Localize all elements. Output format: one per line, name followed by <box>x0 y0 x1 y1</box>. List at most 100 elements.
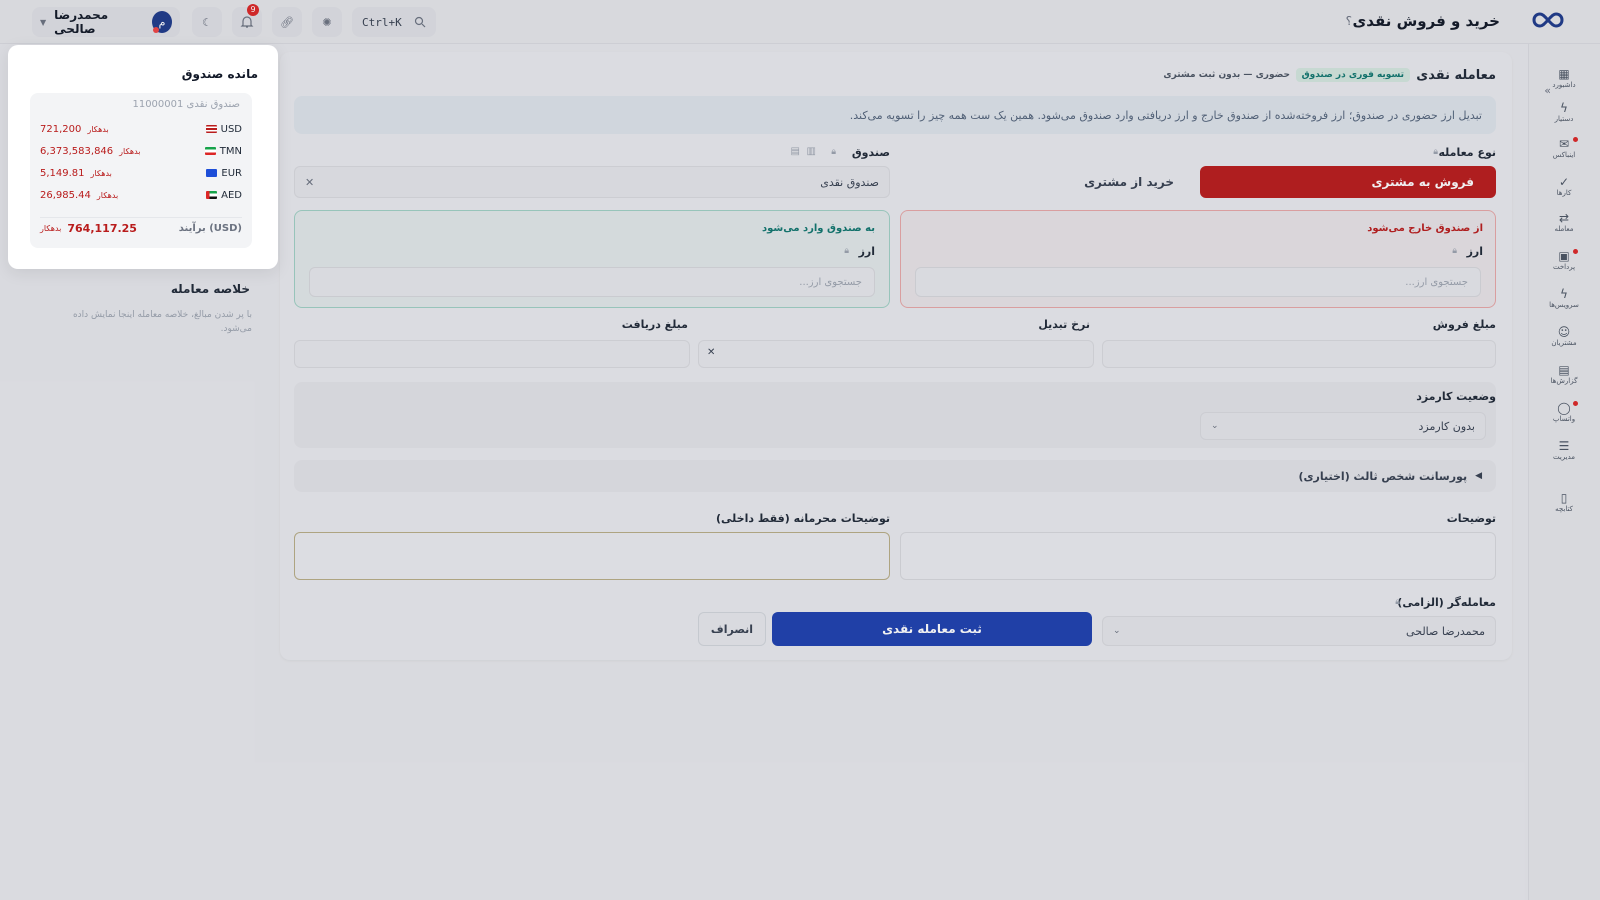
currency-code: EUR <box>221 167 242 179</box>
top-bar: خرید و فروش نقدی ؟ ▼ محمدرضا صالحی م ☾ 9… <box>0 0 1600 44</box>
fund-label: صندوق <box>851 146 890 159</box>
sell-to-customer-button[interactable]: فروش به مشتری <box>1200 166 1496 198</box>
sidebar-item-label: کارها <box>1556 189 1572 197</box>
currency-search-input[interactable]: جستجوی ارز... <box>915 267 1481 297</box>
cancel-button[interactable]: انصراف <box>698 612 766 646</box>
trade-type-label: نوع معامله <box>1438 146 1497 159</box>
section-title: معامله نقدی <box>1416 68 1496 83</box>
sidebar-item-label: گزارش‌ها <box>1550 377 1578 385</box>
lock-icon: 🔒︎ <box>831 147 836 157</box>
sidebar-icon: ☰ <box>1558 439 1570 453</box>
grid-icon[interactable]: ▤ <box>791 146 800 157</box>
sidebar: « <box>1528 44 1600 900</box>
sell-amount-label: مبلغ فروش <box>1432 318 1496 331</box>
out-title: از صندوق خارج می‌شود <box>1367 223 1483 234</box>
incoming-currency-box: به صندوق وارد می‌شود ارز 🔒︎ جستجوی ارز..… <box>294 210 890 308</box>
sidebar-icon: ▦ <box>1558 67 1570 81</box>
currency-code: AED <box>221 189 242 201</box>
banner-text: تبدیل ارز حضوری در صندوق؛ ارز فروخته‌شده… <box>849 108 1482 122</box>
lock-icon: 🔒︎ <box>1452 246 1457 256</box>
balance-row: 26,985.44 بدهکار AED <box>40 187 242 203</box>
debt-label: بدهکار <box>40 224 62 233</box>
debt-label: بدهکار <box>90 168 112 178</box>
chart-icon[interactable]: ▥ <box>807 146 816 157</box>
sidebar-item-label: مشتریان <box>1551 339 1577 347</box>
sidebar-item-label: پرداخت <box>1552 263 1576 271</box>
notes-textarea[interactable] <box>900 532 1496 580</box>
third-party-commission-toggle[interactable]: ◀ پورسانت شخص ثالث (اختیاری) <box>294 460 1496 492</box>
sidebar-item-2[interactable]: ✉ اینباکس <box>1542 137 1586 159</box>
sidebar-icon: ◯ <box>1542 401 1586 415</box>
sell-amount-input[interactable] <box>1102 340 1496 368</box>
submit-cash-trade-button[interactable]: ثبت معامله نقدی <box>772 612 1092 646</box>
popover-title: مانده صندوق <box>181 67 258 81</box>
chevron-down-icon: ▼ <box>40 17 47 27</box>
fee-status-select[interactable]: بدون کارمزد ⌄ <box>1200 412 1486 440</box>
bug-icon: ✺ <box>322 15 332 29</box>
buy-from-customer-button[interactable]: خرید از مشتری <box>900 166 1196 198</box>
sidebar-item-label: واتساپ <box>1552 415 1576 423</box>
user-menu[interactable]: ▼ محمدرضا صالحی م <box>32 7 180 37</box>
notes-label: توضیحات <box>1446 512 1496 525</box>
balance-amount: 5,149.81 <box>40 167 85 179</box>
rate-label: نرخ تبدیل <box>1038 318 1090 331</box>
clear-icon[interactable]: ✕ <box>305 176 314 189</box>
total-amount: 764,117.25 <box>67 222 137 235</box>
rate-input[interactable]: ✕ <box>698 340 1094 368</box>
clear-icon[interactable]: ✕ <box>707 347 715 358</box>
balance-total-row: بدهکار 764,117.25 برآیند (USD) <box>40 217 242 235</box>
sidebar-icon: ϟ <box>1560 287 1568 301</box>
sidebar-item-9[interactable]: ◯ واتساپ <box>1542 401 1586 423</box>
search-button[interactable]: Ctrl+K <box>352 7 436 37</box>
sidebar-item-5[interactable]: ▣ پرداخت <box>1542 249 1586 271</box>
receive-amount-input[interactable] <box>294 340 690 368</box>
currency-search-input[interactable]: جستجوی ارز... <box>309 267 875 297</box>
link-button[interactable]: 🔗︎ <box>272 7 302 37</box>
notifications-button[interactable]: 9 <box>232 4 262 37</box>
lock-icon: 🔒︎ <box>1433 147 1438 157</box>
sidebar-icon: ✉ <box>1542 137 1586 151</box>
flag-icon <box>205 125 217 133</box>
sidebar-icon: ☺ <box>1557 325 1571 339</box>
balance-amount: 26,985.44 <box>40 189 91 201</box>
sidebar-item-7[interactable]: ☺ مشتریان <box>1542 325 1586 348</box>
sidebar-item-6[interactable]: ϟ سرویس‌ها <box>1542 287 1586 310</box>
theme-toggle-button[interactable]: ☾ <box>192 7 222 37</box>
sidebar-icon: ✓ <box>1558 175 1570 189</box>
debt-label: بدهکار <box>96 190 119 200</box>
currency-label: ارز <box>858 245 875 258</box>
dealer-select[interactable]: محمدرضا صالحی ⌄ <box>1102 616 1496 646</box>
sidebar-item-3[interactable]: ✓ کارها <box>1542 175 1586 198</box>
sidebar-item-0[interactable]: ▦ داشبورد <box>1542 67 1586 90</box>
info-banner: تبدیل ارز حضوری در صندوق؛ ارز فروخته‌شده… <box>294 96 1496 134</box>
sidebar-item-10[interactable]: ☰ مدیریت <box>1542 439 1586 462</box>
sidebar-item-label: داشبورد <box>1552 81 1576 89</box>
fund-name: صندوق نقدی 11000001 <box>132 99 240 110</box>
flag-icon <box>206 169 218 177</box>
sidebar-item-8[interactable]: ▤ گزارش‌ها <box>1542 363 1586 386</box>
fee-status-label: وضعیت کارمزد <box>1416 390 1496 403</box>
balance-list: صندوق نقدی 11000001 721,200 بدهکار USD 6,37… <box>30 93 252 248</box>
dealer-select-value: محمدرضا صالحی <box>1406 624 1485 638</box>
fund-select[interactable]: صندوق نقدی ✕ <box>294 166 890 198</box>
sidebar-item-4[interactable]: ⇄ معامله <box>1542 212 1586 234</box>
moon-icon: ☾ <box>202 15 212 29</box>
help-icon[interactable]: ؟ <box>1346 14 1352 28</box>
sidebar-item-1[interactable]: ϟ دستیار <box>1542 102 1586 124</box>
link-icon: 🔗︎ <box>280 15 294 29</box>
sidebar-icon: ▤ <box>1558 363 1570 377</box>
sidebar-item-label: سرویس‌ها <box>1549 301 1579 309</box>
summary-text: با پر شدن مبالغ، خلاصه معامله اینجا نمای… <box>72 310 252 334</box>
lock-icon: 🔒︎ <box>1395 597 1400 607</box>
bell-icon <box>240 16 254 28</box>
sidebar-item-11[interactable]: ▯ کتابچه <box>1542 492 1586 514</box>
balance-row: 5,149.81 بدهکار EUR <box>40 165 242 181</box>
fund-balance-popover: مانده صندوق صندوق نقدی 11000001 721,200 ب… <box>8 45 278 269</box>
fund-select-value: صندوق نقدی <box>820 175 879 189</box>
app-logo-icon[interactable] <box>1530 8 1566 32</box>
bug-button[interactable]: ✺ <box>312 7 342 37</box>
balance-row: 721,200 بدهکار USD <box>40 121 242 137</box>
third-party-label: پورسانت شخص ثالث (اختیاری) <box>1298 469 1468 483</box>
private-notes-textarea[interactable] <box>294 532 890 580</box>
in-title: به صندوق وارد می‌شود <box>761 223 875 234</box>
